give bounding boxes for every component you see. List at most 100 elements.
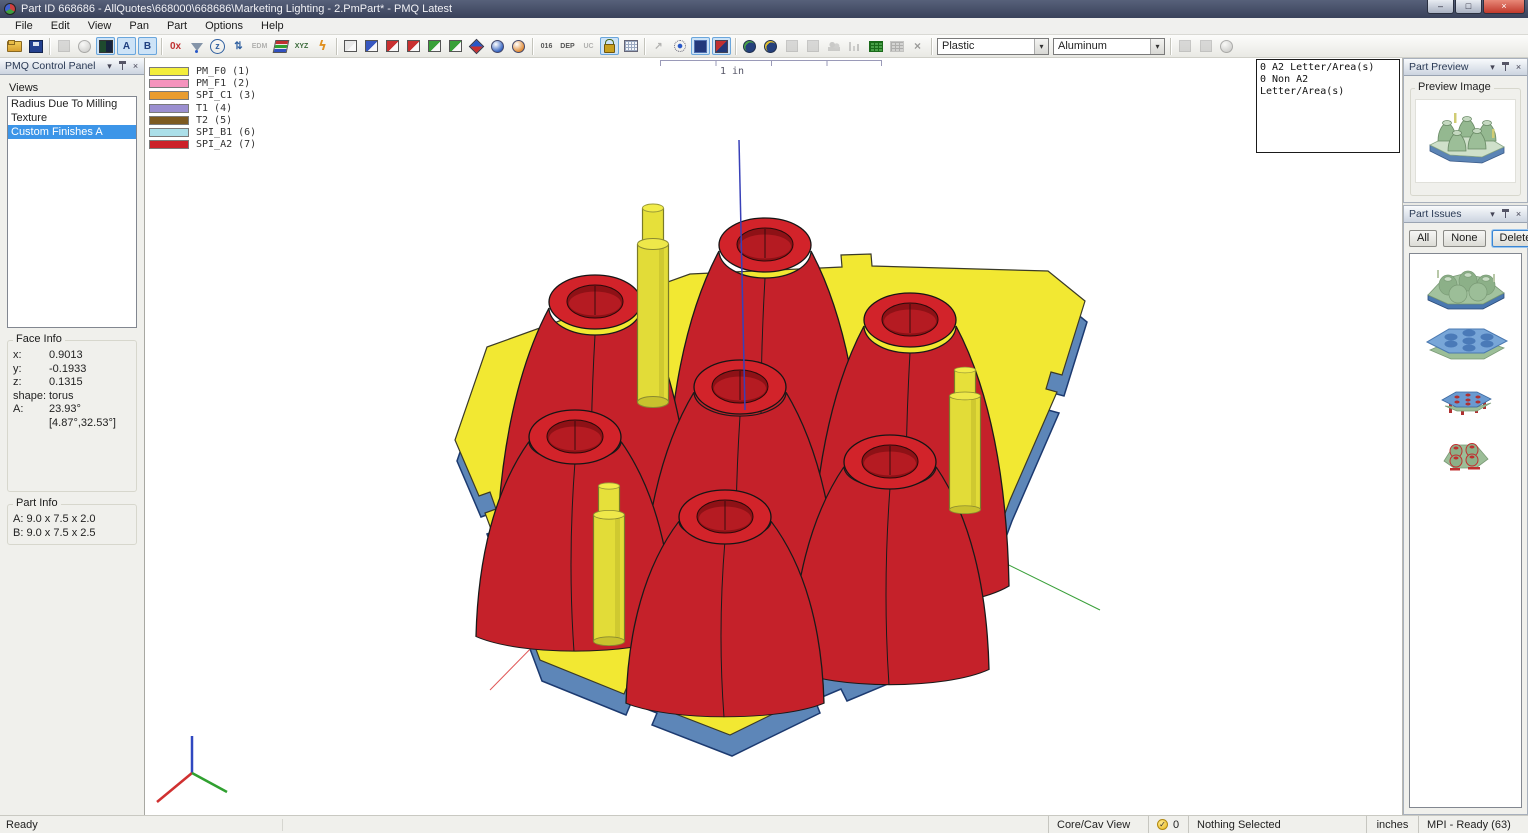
menu-view[interactable]: View <box>79 19 121 33</box>
issue-thumbnail-3[interactable] <box>1437 386 1495 417</box>
status-core-cav-view[interactable]: Core/Cav View <box>1048 816 1148 833</box>
edm-button[interactable]: EDM <box>250 37 269 55</box>
tool-c-button[interactable] <box>1217 37 1236 55</box>
table-green-button[interactable] <box>866 37 885 55</box>
model-3d[interactable] <box>145 58 1402 815</box>
berry-a-button[interactable] <box>740 37 759 55</box>
core-cube-a-button[interactable] <box>383 37 402 55</box>
tool-b-button[interactable] <box>1196 37 1215 55</box>
contrast-toggle[interactable] <box>96 37 115 55</box>
print-button[interactable] <box>54 37 73 55</box>
shaded-view-button[interactable] <box>488 37 507 55</box>
letter-area-infobox: 0 A2 Letter/Area(s)0 Non A2 Letter/Area(… <box>1256 59 1400 153</box>
chevron-down-icon[interactable]: ▾ <box>1150 39 1164 54</box>
face-info-row: y:-0.1933 <box>13 363 131 377</box>
menu-part[interactable]: Part <box>158 19 196 33</box>
rotate-z-button[interactable]: z <box>208 37 227 55</box>
menu-help[interactable]: Help <box>252 19 293 33</box>
menu-options[interactable]: Options <box>196 19 252 33</box>
panel-menu-icon[interactable]: ▾ <box>1487 62 1498 73</box>
people-button[interactable] <box>824 37 843 55</box>
pin-1[interactable] <box>638 204 669 408</box>
view-item[interactable]: Texture <box>8 111 136 125</box>
sort-ab-button[interactable]: ⇅ <box>229 37 248 55</box>
layers-button[interactable] <box>271 37 290 55</box>
all-button[interactable]: All <box>1409 230 1437 247</box>
material-view-button[interactable] <box>509 37 528 55</box>
zero-x-button[interactable]: 0x <box>166 37 185 55</box>
select-circle-button[interactable] <box>670 37 689 55</box>
infobox-line: 0 A2 Letter/Area(s) <box>1260 62 1396 74</box>
core-cube-b-button[interactable] <box>404 37 423 55</box>
menu-bar: FileEditViewPanPartOptionsHelp <box>0 18 1528 35</box>
issue-thumbnail-1[interactable] <box>1423 266 1509 312</box>
close-button[interactable]: × <box>1483 0 1525 14</box>
regen-button[interactable]: ϟ <box>313 37 332 55</box>
close-icon[interactable]: × <box>1513 62 1524 72</box>
view-item[interactable]: Radius Due To Milling <box>8 97 136 111</box>
dep-toggle[interactable]: DEP <box>558 37 577 55</box>
filter-button[interactable] <box>187 37 206 55</box>
views-label: Views <box>9 82 137 94</box>
issue-thumbnail-2[interactable] <box>1421 320 1511 364</box>
minimize-button[interactable]: – <box>1427 0 1454 14</box>
o16-toggle[interactable]: 016 <box>537 37 556 55</box>
finish-a-toggle[interactable]: A <box>117 37 136 55</box>
pin-2[interactable] <box>950 367 981 514</box>
none-button[interactable]: None <box>1443 230 1485 247</box>
menu-pan[interactable]: Pan <box>120 19 158 33</box>
title-bar: Part ID 668686 - AllQuotes\668000\668686… <box>0 0 1528 18</box>
pin-icon[interactable] <box>117 61 128 72</box>
close-icon[interactable]: × <box>1513 209 1524 219</box>
preview-button[interactable] <box>75 37 94 55</box>
view-cube-blue-button[interactable] <box>362 37 381 55</box>
save-button[interactable] <box>26 37 45 55</box>
menu-file[interactable]: File <box>6 19 42 33</box>
select-split-toggle[interactable] <box>712 37 731 55</box>
delete-x-button[interactable]: × <box>908 37 927 55</box>
maximize-button[interactable]: □ <box>1455 0 1482 14</box>
chart-button[interactable] <box>845 37 864 55</box>
view-cube-button[interactable] <box>341 37 360 55</box>
panel-menu-icon[interactable]: ▾ <box>104 61 115 72</box>
pin-3[interactable] <box>594 483 625 646</box>
tool-a-button[interactable] <box>1175 37 1194 55</box>
part-preview-panel: Part Preview ▾ × Preview Image <box>1403 58 1528 203</box>
status-selection: Nothing Selected <box>1188 816 1366 833</box>
table-gray-button[interactable] <box>887 37 906 55</box>
jump-arrow-button[interactable]: ↗ <box>649 37 668 55</box>
status-units[interactable]: inches <box>1366 816 1418 833</box>
chevron-down-icon[interactable]: ▾ <box>1034 39 1048 54</box>
stop-b-button[interactable] <box>803 37 822 55</box>
select-rect-toggle[interactable] <box>691 37 710 55</box>
uc-toggle[interactable]: UC <box>579 37 598 55</box>
material-metal-select[interactable]: Aluminum▾ <box>1053 38 1165 55</box>
pin-icon[interactable] <box>1500 209 1511 220</box>
status-check-cell[interactable]: ✓ 0 <box>1148 816 1188 833</box>
cav-cube-a-button[interactable] <box>425 37 444 55</box>
menu-edit[interactable]: Edit <box>42 19 79 33</box>
material-plastic-select[interactable]: Plastic▾ <box>937 38 1049 55</box>
face-info-row: A:23.93° <box>13 403 131 417</box>
legend-swatch <box>149 67 189 76</box>
cav-cube-b-button[interactable] <box>446 37 465 55</box>
status-bar: Ready Core/Cav View ✓ 0 Nothing Selected… <box>0 815 1528 833</box>
panel-menu-icon[interactable]: ▾ <box>1487 209 1498 220</box>
close-icon[interactable]: × <box>130 61 141 71</box>
toolbar-separator <box>532 38 533 55</box>
xyz-button[interactable]: XYZ <box>292 37 311 55</box>
berry-b-button[interactable] <box>761 37 780 55</box>
issue-thumbnail-4[interactable] <box>1440 437 1492 475</box>
open-button[interactable] <box>5 37 24 55</box>
delete-button[interactable]: Delete <box>1492 230 1528 247</box>
finish-b-toggle[interactable]: B <box>138 37 157 55</box>
stop-a-button[interactable] <box>782 37 801 55</box>
diamond-view-button[interactable] <box>467 37 486 55</box>
toolbar-separator <box>1170 38 1171 55</box>
grid-button[interactable] <box>621 37 640 55</box>
pin-icon[interactable] <box>1500 62 1511 73</box>
view-item[interactable]: Custom Finishes A <box>8 125 136 139</box>
legend-swatch <box>149 116 189 125</box>
lock-toggle[interactable] <box>600 37 619 55</box>
viewport-3d[interactable]: PM_F0 (1)PM_F1 (2)SPI_C1 (3)T1 (4)T2 (5)… <box>145 58 1402 815</box>
